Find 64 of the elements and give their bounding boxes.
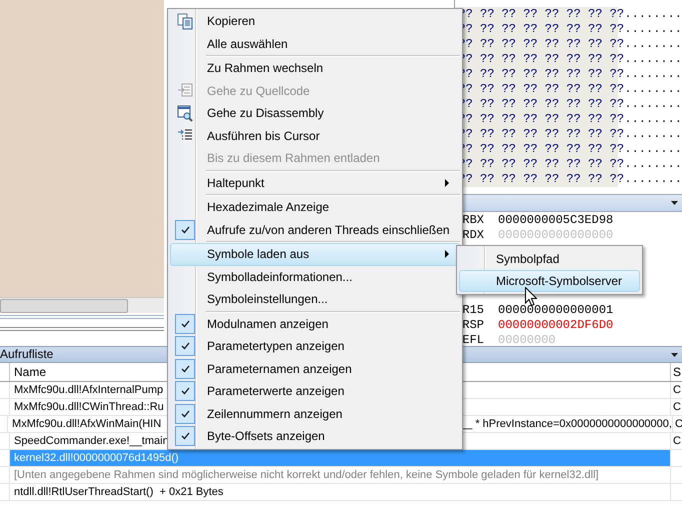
register-value: 0000000000000000: [498, 228, 614, 243]
column-header[interactable]: Name: [14, 365, 46, 379]
table-cell: C: [673, 435, 681, 447]
menu-item[interactable]: Aufrufe zu/von anderen Threads einschließen: [170, 218, 460, 241]
menu-item[interactable]: Symbolladeinformationen...: [170, 266, 460, 288]
menu-item[interactable]: Symbole laden aus: [170, 243, 460, 266]
window-magnifier-icon: [177, 104, 193, 122]
ascii-text: ........: [624, 157, 682, 172]
ascii-text: ........: [624, 67, 682, 82]
dropdown-icon[interactable]: [671, 201, 678, 205]
menu-item[interactable]: Modulnamen anzeigen: [170, 312, 460, 335]
register-value: 00000000: [498, 333, 556, 346]
menu-item[interactable]: Byte-Offsets anzeigen: [170, 425, 460, 448]
register-name: RDX: [462, 228, 484, 243]
menu-item[interactable]: Zu Rahmen wechseln: [170, 57, 460, 80]
table-cell-text: SpeedCommander.exe!__tmain: [14, 434, 169, 449]
column-header[interactable]: S: [673, 365, 682, 379]
register-name: EFL: [462, 333, 484, 346]
table-cell-text: MxMfc90u.dll!CWinThread::Ru: [14, 400, 164, 415]
table-cell: C: [673, 384, 681, 396]
register-value: 0000000005C3ED98: [498, 213, 614, 228]
menu-item[interactable]: Alle auswählen: [170, 32, 460, 55]
register-name: R15: [462, 303, 484, 318]
ascii-text: ........: [624, 142, 682, 157]
menu-item[interactable]: Parameterwerte anzeigen: [170, 380, 460, 402]
menu-item[interactable]: Symboleinstellungen...: [170, 288, 460, 310]
menu-item[interactable]: Parameternamen anzeigen: [170, 358, 460, 380]
menu-item[interactable]: Parametertypen anzeigen: [170, 335, 460, 358]
menu-item[interactable]: Kopieren: [170, 10, 460, 32]
menu-item[interactable]: Ausführen bis Cursor: [170, 124, 460, 147]
menu-item[interactable]: Microsoft-Symbolserver: [459, 270, 640, 292]
note-text: [Unten angegebene Rahmen sind möglicherweise nicht korrekt und/oder fehlen, keine Symbole geladen für kernel32.dll]: [14, 468, 599, 483]
horizontal-scrollbar[interactable]: [0, 297, 164, 313]
scrollbar-thumb[interactable]: [0, 298, 128, 312]
ascii-text: ........: [624, 112, 682, 127]
table-cell-text: ntdll.dll!RtlUserThreadStart() + 0x21 Bytes: [14, 485, 224, 500]
pane-title: Aufrufliste: [0, 347, 54, 362]
ascii-text: ........: [624, 172, 682, 187]
table-cell-text: MxMfc90u.dll!AfxInternalPump: [14, 383, 164, 398]
ascii-text: ........: [624, 37, 682, 52]
table-cell-text: kernel32.dll!0000000076d1495d(): [14, 451, 179, 466]
register-value: 0000000000000001: [498, 303, 614, 318]
menu-item[interactable]: Haltepunkt: [170, 172, 460, 194]
ascii-text: ........: [624, 97, 682, 112]
copy-icon: [177, 12, 193, 30]
table-cell: C: [673, 401, 681, 413]
table-cell-text: MxMfc90u.dll!AfxWinMain(HIN: [12, 417, 162, 432]
ascii-text: ........: [624, 7, 682, 22]
dropdown-icon[interactable]: [671, 352, 678, 356]
menu-item[interactable]: Hexadezimale Anzeige: [170, 196, 460, 218]
ascii-text: ........: [624, 127, 682, 142]
ascii-text: ........: [624, 22, 682, 37]
register-name: RSP: [462, 318, 484, 333]
ascii-text: ........: [624, 52, 682, 67]
submenu-arrow-icon: [445, 250, 449, 258]
menu-item[interactable]: Gehe zu Disassembly: [170, 102, 460, 124]
ascii-text: ........: [624, 82, 682, 97]
menu-item[interactable]: Symbolpfad: [459, 248, 640, 270]
register-name: RBX: [462, 213, 484, 228]
document-arrow-icon: [177, 82, 193, 100]
register-value: 00000000002DF6D0: [498, 318, 614, 333]
mouse-pointer-icon: [525, 287, 537, 306]
submenu-arrow-icon: [445, 178, 449, 187]
menu-item[interactable]: Zeilennummern anzeigen: [170, 402, 460, 425]
